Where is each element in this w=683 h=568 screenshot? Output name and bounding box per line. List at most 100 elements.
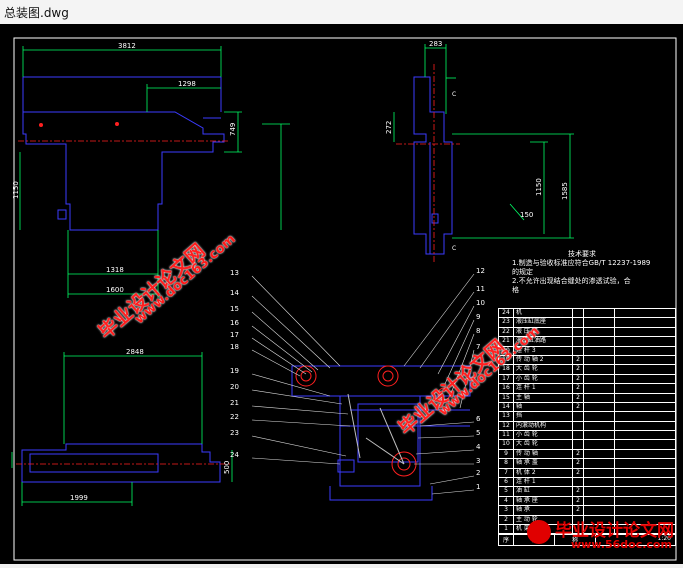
bom-cell-blank: [615, 347, 675, 355]
cad-canvas[interactable]: 3812 1298 749 1150 1318 1600 283 272 115…: [0, 24, 683, 564]
bom-row: 18 大 齿 轮2: [499, 365, 675, 375]
dim-text: 500: [223, 461, 231, 474]
bom-cell-no: 14: [499, 402, 514, 412]
bom-row: 5油 缸2: [499, 487, 675, 497]
bom-cell-qty: 2: [573, 468, 584, 478]
bom-row: 14 轴 2: [499, 402, 675, 413]
bom-cell-qty: 2: [573, 449, 584, 459]
bom-cell-name: 液压缸底座: [514, 318, 573, 327]
callout-label: 10: [476, 299, 485, 307]
bom-cell-qty: 2: [573, 506, 584, 515]
bom-cell-no: 9: [499, 449, 514, 459]
bom-cell-blank: [615, 440, 675, 448]
bom-cell-qty: [573, 440, 584, 449]
dim-text: 1600: [106, 286, 124, 294]
bom-cell-qty: [573, 309, 584, 318]
front-view: [22, 76, 225, 231]
bom-cell-qty: 2: [573, 487, 584, 496]
dim-text: 749: [229, 123, 237, 136]
callout-label: 8: [476, 327, 481, 335]
bom-cell-no: 13: [499, 412, 514, 421]
bom-cell-no: 12: [499, 421, 514, 431]
bom-cell-blank: [615, 487, 675, 495]
callout-label: 18: [230, 343, 239, 351]
section-mark: C: [452, 91, 456, 98]
callout-label: 14: [230, 289, 239, 297]
bom-cell-blank: [584, 421, 615, 431]
bom-cell-blank: [615, 412, 675, 420]
title-bar: 总装图.dwg: [0, 0, 683, 25]
dim-text: 150: [520, 211, 533, 219]
bom-cell-blank: [584, 487, 615, 496]
bom-cell-name: 主 轴: [514, 393, 573, 402]
bom-cell-blank: [584, 337, 615, 346]
bom-cell-name: 轴 承: [514, 506, 573, 515]
bom-cell-name: 内滚动机构: [514, 421, 573, 431]
callout-label: 3: [476, 457, 481, 465]
bom-cell-no: 4: [499, 496, 514, 506]
bom-row: 7机 体 22: [499, 468, 675, 479]
bom-cell-blank: [615, 384, 675, 392]
callout-label: 1: [476, 483, 481, 491]
bom-cell-blank: [615, 365, 675, 373]
callout-label: 19: [230, 367, 239, 375]
logo-seal-icon: [527, 520, 551, 544]
bom-row: 10 大 齿 轮: [499, 440, 675, 450]
bom-cell-qty: 2: [573, 393, 584, 402]
dim-text: 3812: [118, 42, 136, 50]
tech-notes-line: 2.不允许出现结合缝处的渗透试验，合: [512, 277, 631, 285]
bom-cell-blank: [584, 402, 615, 412]
bom-cell-qty: [573, 431, 584, 440]
callout-label: 11: [476, 285, 485, 293]
bom-cell-no: 1: [499, 524, 514, 534]
bom-cell-qty: 2: [573, 459, 584, 468]
bom-cell-blank: [584, 355, 615, 365]
bom-cell-name: 挡: [514, 412, 573, 421]
bom-cell-blank: [584, 478, 615, 487]
tech-notes: 技术要求 1.制造与验收标准应符合GB/T 12237-1989 的规定 2.不…: [512, 250, 682, 295]
bom-cell-name: 轴 承 盖: [514, 459, 573, 468]
bom-cell-no: 16: [499, 384, 514, 393]
bom-cell-no: 15: [499, 393, 514, 402]
bom-cell-blank: [615, 422, 675, 430]
section-mark: C: [452, 245, 456, 252]
dim-text: 1999: [70, 494, 88, 502]
callout-label: 4: [476, 443, 481, 451]
bom-cell-no: 17: [499, 374, 514, 384]
bom-cell-blank: [615, 337, 675, 345]
callout-label: 2: [476, 469, 481, 477]
dim-text: 1318: [106, 266, 124, 274]
bom-cell-blank: [584, 412, 615, 421]
bom-cell-blank: [584, 318, 615, 327]
bom-cell-name: 大 齿 轮: [514, 365, 573, 374]
callout-label: 5: [476, 429, 481, 437]
bom-row: 19 传 动 轴 22: [499, 355, 675, 366]
bom-cell-blank: [584, 365, 615, 374]
bom-cell-no: 24: [499, 309, 514, 318]
bom-cell-name: 机: [514, 309, 573, 318]
callout-label: 17: [230, 331, 239, 339]
bom-row: 15 主 轴2: [499, 393, 675, 403]
bom-row: 9传 动 轴2: [499, 449, 675, 460]
callout-label: 22: [230, 413, 239, 421]
bom-cell-name: 油 缸: [514, 487, 573, 496]
bom-cell-blank: [584, 468, 615, 478]
bom-cell-blank: [584, 440, 615, 449]
bom-cell-blank: [615, 394, 675, 402]
dim-text: 1298: [178, 80, 196, 88]
bom-cell-qty: 2: [573, 374, 584, 384]
bom-cell-blank: [615, 450, 675, 458]
bom-cell-name: 轴 承 座: [514, 496, 573, 506]
bom-row: 8轴 承 盖2: [499, 459, 675, 469]
bom-cell-blank: [584, 327, 615, 337]
callout-label: 6: [476, 415, 481, 423]
bom-cell-qty: [573, 337, 584, 346]
bom-cell-qty: 2: [573, 384, 584, 393]
bom-cell-blank: [584, 346, 615, 355]
bom-cell-qty: 2: [573, 355, 584, 365]
bom-cell-name: 机 体 2: [514, 468, 573, 478]
bom-cell-blank: [615, 403, 675, 411]
bom-cell-blank: [615, 309, 675, 317]
bom-cell-name: 大 齿 轮: [514, 440, 573, 449]
bom-row: 4轴 承 座2: [499, 496, 675, 507]
